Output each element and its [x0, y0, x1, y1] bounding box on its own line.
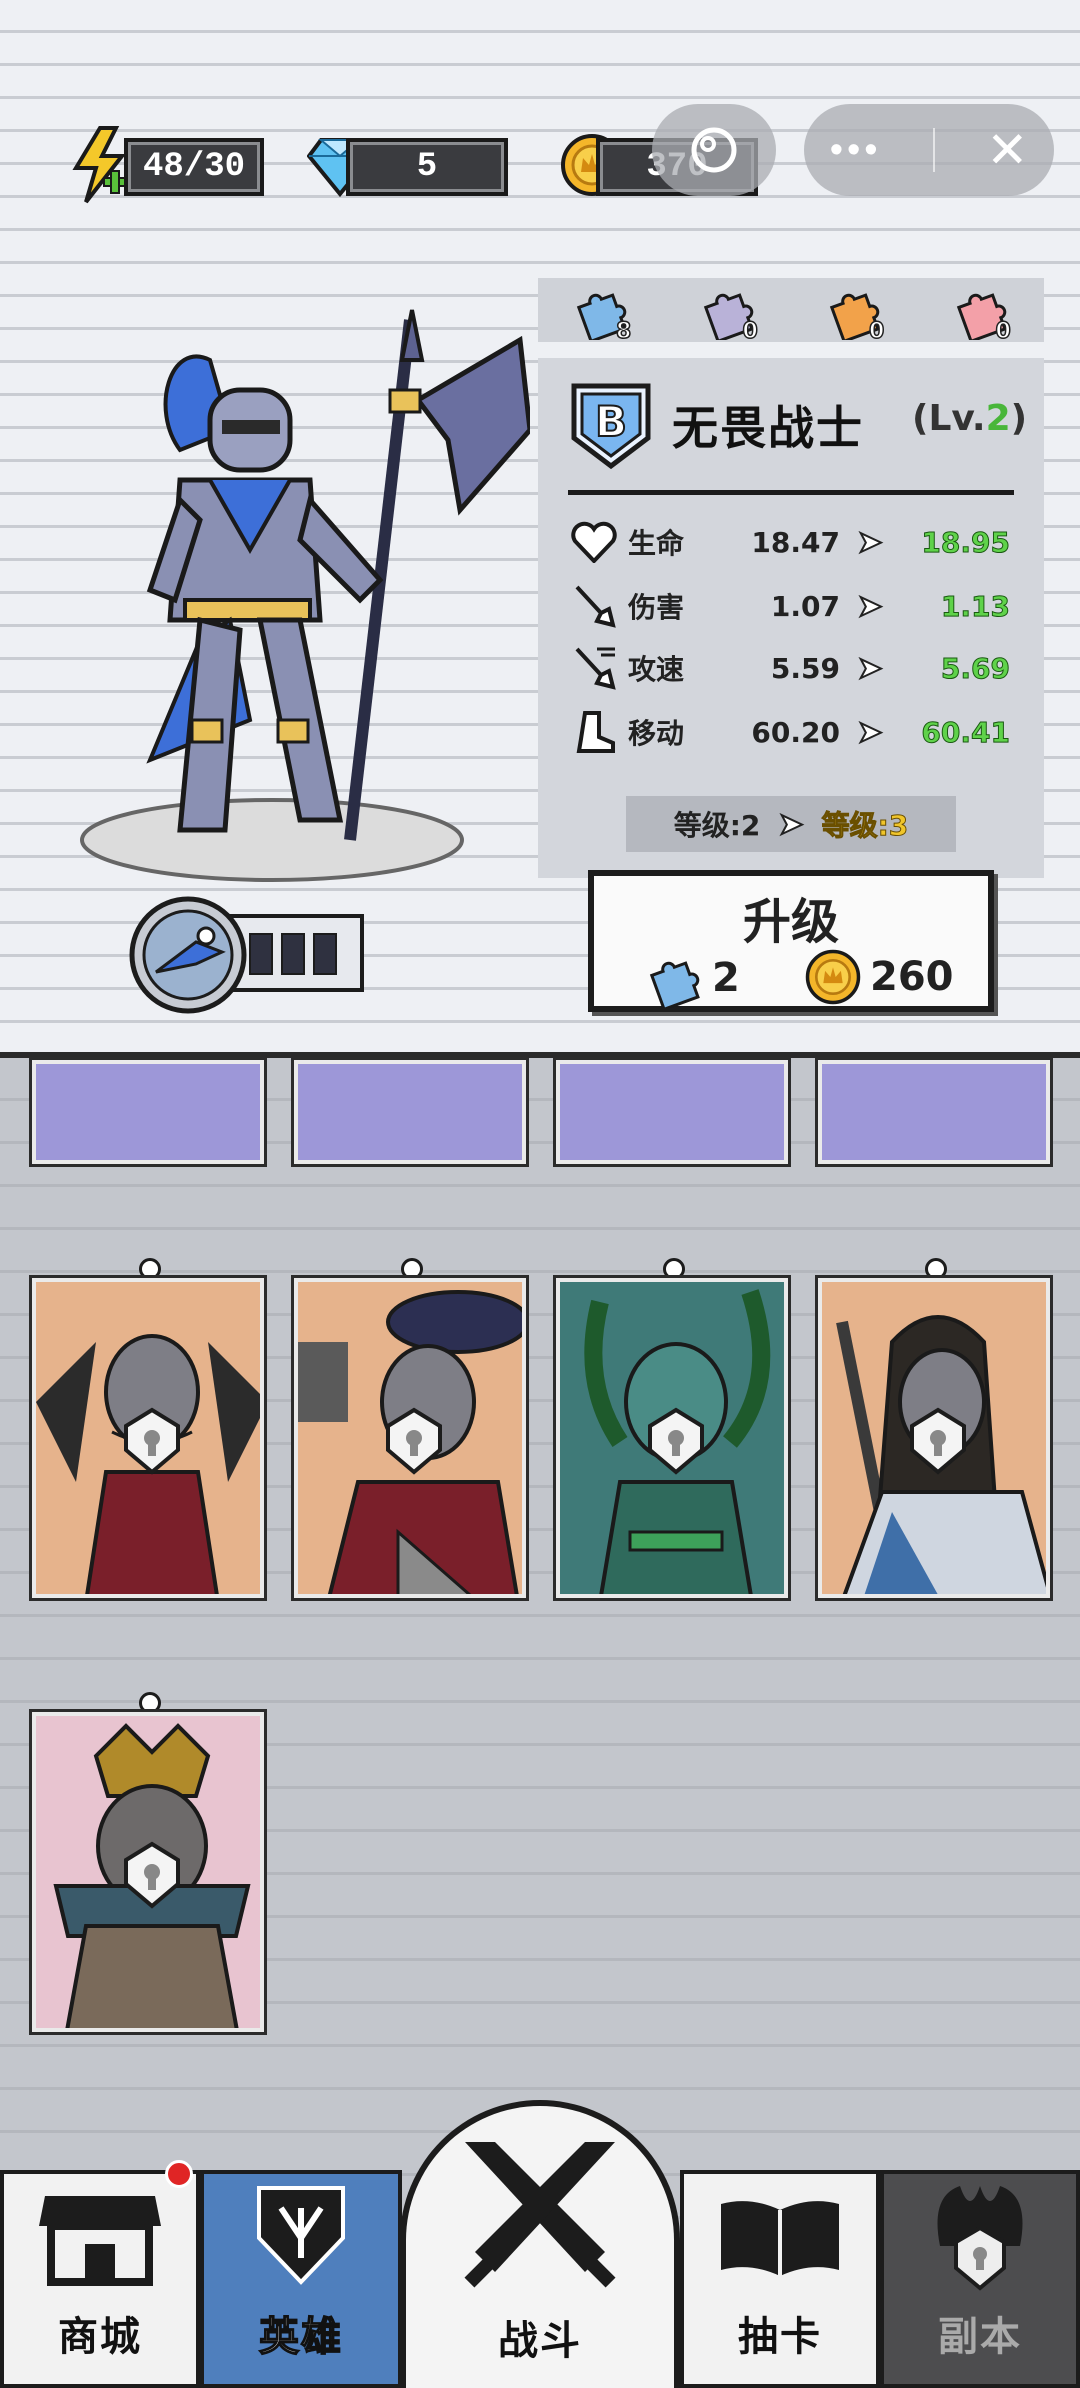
hero-card-locked[interactable]	[29, 1275, 267, 1601]
puzzle-count: 0	[868, 318, 885, 345]
upgrade-label: 升级	[742, 894, 839, 950]
puzzle-count: 8	[615, 318, 632, 345]
gold-coin-icon	[805, 949, 861, 1005]
arrow-right-icon: ➤	[856, 715, 883, 750]
stat-row-hp: 生命 18.47 ➤ 18.95	[568, 514, 1018, 570]
stat-current: 18.47	[751, 525, 840, 559]
puzzle-piece-blue: 8	[571, 280, 632, 345]
upgrade-puzzle-amount: 2	[712, 955, 740, 1001]
crossed-swords-icon	[464, 2142, 616, 2288]
level-current: 等级:2	[673, 809, 761, 842]
pin-icon	[139, 1692, 161, 1714]
hero-card-locked[interactable]	[815, 1275, 1053, 1601]
stat-name: 伤害	[628, 591, 685, 624]
hero-card-locked[interactable]	[29, 1709, 267, 2035]
stat-name: 攻速	[628, 653, 685, 686]
nav-gacha-label: 抽卡	[738, 2314, 822, 2360]
stat-row-attack-speed: 攻速 5.59 ➤ 5.69	[568, 640, 1018, 696]
hero-level-value: 2	[985, 398, 1011, 439]
puzzle-count: 0	[995, 318, 1012, 345]
pin-icon	[663, 1258, 685, 1280]
hero-card[interactable]	[291, 1057, 529, 1167]
notification-badge	[165, 2160, 193, 2188]
hero-card[interactable]	[29, 1057, 267, 1167]
hero-name: 无畏战士	[672, 401, 864, 455]
stat-name: 生命	[628, 527, 685, 560]
nav-battle[interactable]: 战斗	[400, 2100, 680, 2388]
dungeon-locked-icon	[937, 2186, 1023, 2291]
stat-next: 18.95	[921, 525, 1011, 559]
arrow-right-icon: ➤	[777, 806, 804, 843]
boot-icon	[568, 706, 620, 758]
nav-heroes[interactable]: 英雄	[200, 2170, 402, 2388]
energy-counter: 48/30	[124, 138, 264, 196]
hero-portrait	[50, 300, 533, 900]
lock-icon	[124, 1407, 180, 1475]
stat-next: 60.41	[921, 715, 1011, 749]
nav-heroes-label: 英雄	[258, 2313, 343, 2361]
stat-current: 1.07	[770, 589, 840, 623]
speed-sword-icon	[568, 642, 620, 694]
stat-row-damage: 伤害 1.07 ➤ 1.13	[568, 578, 1018, 634]
nav-shop-label: 商城	[58, 2314, 142, 2360]
hero-level: (Lv.2)	[912, 398, 1027, 439]
arrow-right-icon: ➤	[856, 589, 883, 624]
stat-next: 1.13	[940, 589, 1010, 623]
heart-icon	[568, 516, 620, 568]
hero-level-prefix: (Lv.	[912, 398, 986, 439]
close-icon[interactable]: ✕	[986, 121, 1028, 179]
stat-next: 5.69	[940, 651, 1010, 685]
mini-program-capsule: ••• ✕	[804, 104, 1054, 196]
share-capsule-button[interactable]	[652, 104, 776, 196]
hero-card-locked[interactable]	[553, 1275, 791, 1601]
diamond-counter: 5	[346, 138, 508, 196]
nav-gacha[interactable]: 抽卡	[680, 2170, 880, 2388]
upgrade-puzzle-cost: 2	[644, 948, 740, 1008]
pin-icon	[925, 1258, 947, 1280]
share-icon	[691, 127, 737, 173]
capsule-divider	[933, 128, 935, 172]
hero-card[interactable]	[815, 1057, 1053, 1167]
lock-icon	[124, 1841, 180, 1909]
hero-level-suffix: )	[1010, 398, 1028, 439]
puzzle-inventory: 8 0 0 0	[538, 278, 1044, 345]
arrow-right-icon: ➤	[856, 651, 883, 686]
lock-icon	[648, 1407, 704, 1475]
hero-card[interactable]	[553, 1057, 791, 1167]
stat-row-move: 移动 60.20 ➤ 60.41	[568, 704, 1018, 760]
nav-dungeon[interactable]: 副本	[880, 2170, 1080, 2388]
lock-icon	[910, 1407, 966, 1475]
pin-icon	[139, 1258, 161, 1280]
stat-name: 移动	[628, 717, 685, 750]
nav-shop[interactable]: 商城	[0, 2170, 200, 2388]
nav-dungeon-label: 副本	[938, 2314, 1022, 2360]
puzzle-count: 0	[742, 318, 759, 345]
puzzle-piece-rainbow: 0	[951, 280, 1012, 345]
puzzle-icon	[649, 961, 700, 1008]
shop-icon	[39, 2196, 161, 2286]
heroes-shield-icon	[257, 2186, 345, 2285]
stat-current: 60.20	[751, 715, 840, 749]
level-next: 等级:3	[821, 809, 909, 843]
hero-card-locked[interactable]	[291, 1275, 529, 1601]
rank-letter: B	[595, 397, 627, 446]
nav-battle-label: 战斗	[498, 2318, 582, 2364]
rank-badge: B	[568, 378, 654, 470]
sword-icon	[568, 580, 620, 632]
puzzle-piece-purple: 0	[698, 280, 759, 345]
book-icon	[721, 2201, 839, 2276]
pin-icon	[401, 1258, 423, 1280]
arrow-right-icon: ➤	[856, 525, 883, 560]
upgrade-gold-cost: 260	[804, 948, 954, 1006]
stats-divider	[568, 490, 1014, 495]
more-dots-icon[interactable]: •••	[830, 129, 882, 172]
puzzle-piece-orange: 0	[824, 280, 885, 345]
level-change: 等级:2 ➤ 等级:3	[626, 796, 956, 852]
skill-badge[interactable]	[126, 892, 368, 1018]
lock-icon	[386, 1407, 442, 1475]
upgrade-button[interactable]: 升级 2 260	[588, 870, 994, 1012]
upgrade-gold-amount: 260	[870, 954, 954, 1000]
stat-current: 5.59	[770, 651, 840, 685]
